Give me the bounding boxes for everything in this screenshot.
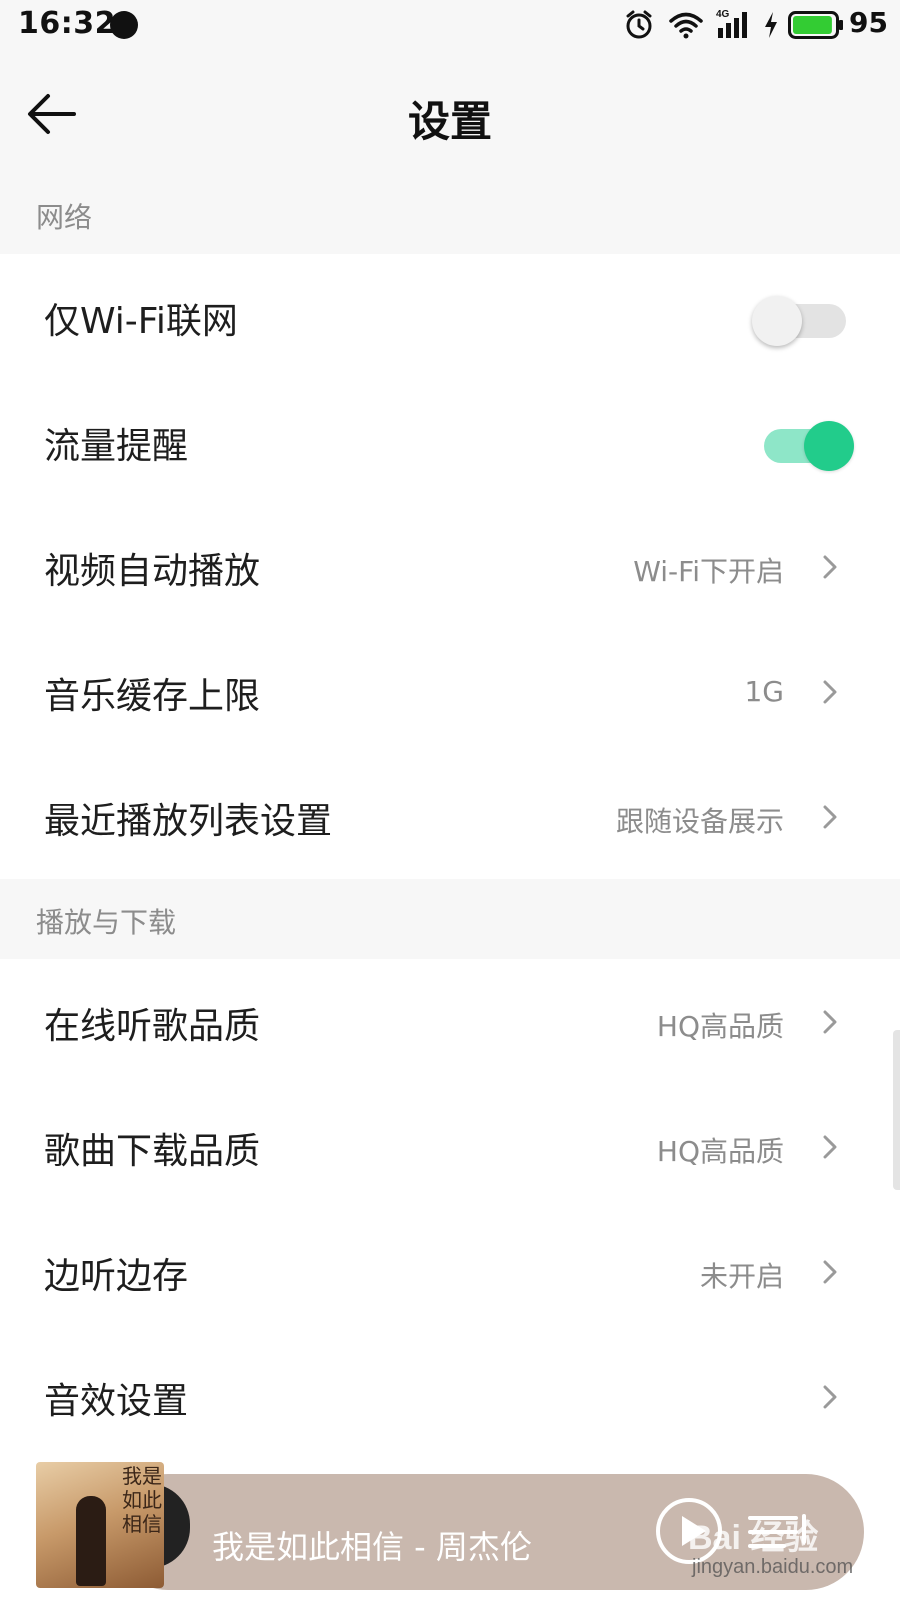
setting-video-autoplay[interactable]: 视频自动播放 Wi-Fi下开启 — [0, 504, 900, 629]
setting-download-quality[interactable]: 歌曲下载品质 HQ高品质 — [0, 1084, 900, 1209]
setting-value: 跟随设备展示 — [615, 805, 784, 838]
cellular-signal-icon: 4G — [716, 9, 747, 38]
setting-data-reminder[interactable]: 流量提醒 — [0, 379, 900, 504]
battery-level: 95 — [849, 6, 888, 39]
setting-label: 视频自动播放 — [44, 551, 261, 592]
toggle-knob — [804, 421, 854, 471]
toggle-knob — [752, 296, 802, 346]
chevron-right-icon — [823, 1010, 837, 1034]
album-art-text: 我是如此相信 — [122, 1464, 162, 1536]
album-art[interactable]: 我是如此相信 — [36, 1462, 164, 1588]
section-header-network: 网络 — [0, 174, 900, 254]
setting-label: 最近播放列表设置 — [44, 801, 333, 842]
header: 设置 — [0, 52, 900, 174]
status-time: 16:32 — [18, 6, 116, 41]
setting-label: 音效设置 — [44, 1381, 189, 1422]
setting-label: 在线听歌品质 — [44, 1006, 261, 1047]
setting-cache-limit[interactable]: 音乐缓存上限 1G — [0, 629, 900, 754]
setting-wifi-only[interactable]: 仅Wi-Fi联网 — [0, 254, 900, 379]
setting-value: HQ高品质 — [656, 1135, 784, 1168]
setting-label: 边听边存 — [44, 1256, 189, 1297]
watermark-logo: Bai 经验 — [688, 1519, 819, 1557]
setting-value: HQ高品质 — [656, 1010, 784, 1043]
setting-value: Wi-Fi下开启 — [633, 555, 784, 588]
setting-value: 未开启 — [699, 1260, 784, 1293]
wifi-icon — [669, 12, 703, 39]
charging-icon — [765, 12, 777, 38]
section-title: 播放与下载 — [36, 906, 177, 939]
setting-cache-while-listening[interactable]: 边听边存 未开启 — [0, 1209, 900, 1334]
chevron-right-icon — [823, 1385, 837, 1409]
now-playing-title: 我是如此相信 - 周杰伦 — [212, 1528, 532, 1566]
setting-label: 音乐缓存上限 — [44, 676, 261, 717]
chevron-right-icon — [823, 555, 837, 579]
app-notification-icon — [110, 11, 138, 39]
section-title: 网络 — [36, 201, 93, 234]
setting-label: 歌曲下载品质 — [44, 1131, 261, 1172]
setting-label: 仅Wi-Fi联网 — [44, 301, 238, 342]
mini-player: 我是如此相信 我是如此相信 - 周杰伦 Bai 经验 jingyan.baidu… — [0, 1440, 900, 1600]
watermark-url: jingyan.baidu.com — [692, 1556, 854, 1578]
setting-value: 1G — [744, 675, 784, 708]
chevron-right-icon — [823, 1135, 837, 1159]
chevron-right-icon — [823, 1260, 837, 1284]
wifi-only-toggle[interactable] — [752, 290, 848, 346]
album-art-figure — [76, 1496, 106, 1586]
chevron-right-icon — [823, 805, 837, 829]
page-title: 设置 — [407, 97, 492, 146]
scroll-indicator — [893, 1030, 900, 1190]
chevron-right-icon — [823, 680, 837, 704]
battery-icon — [788, 11, 843, 39]
setting-recent-playlist[interactable]: 最近播放列表设置 跟随设备展示 — [0, 754, 900, 879]
section-header-playback: 播放与下载 — [0, 879, 900, 959]
setting-stream-quality[interactable]: 在线听歌品质 HQ高品质 — [0, 959, 900, 1084]
section-playback: 在线听歌品质 HQ高品质 歌曲下载品质 HQ高品质 边听边存 未开启 音效设置 — [0, 959, 900, 1440]
section-network: 仅Wi-Fi联网 流量提醒 视频自动播放 Wi-Fi下开启 音乐缓存上限 1G … — [0, 254, 900, 879]
setting-label: 流量提醒 — [44, 426, 189, 467]
svg-text:4G: 4G — [716, 9, 730, 20]
status-bar: 16:32 4G 95 — [0, 0, 900, 52]
alarm-icon — [626, 10, 652, 39]
data-reminder-toggle[interactable] — [756, 415, 854, 471]
